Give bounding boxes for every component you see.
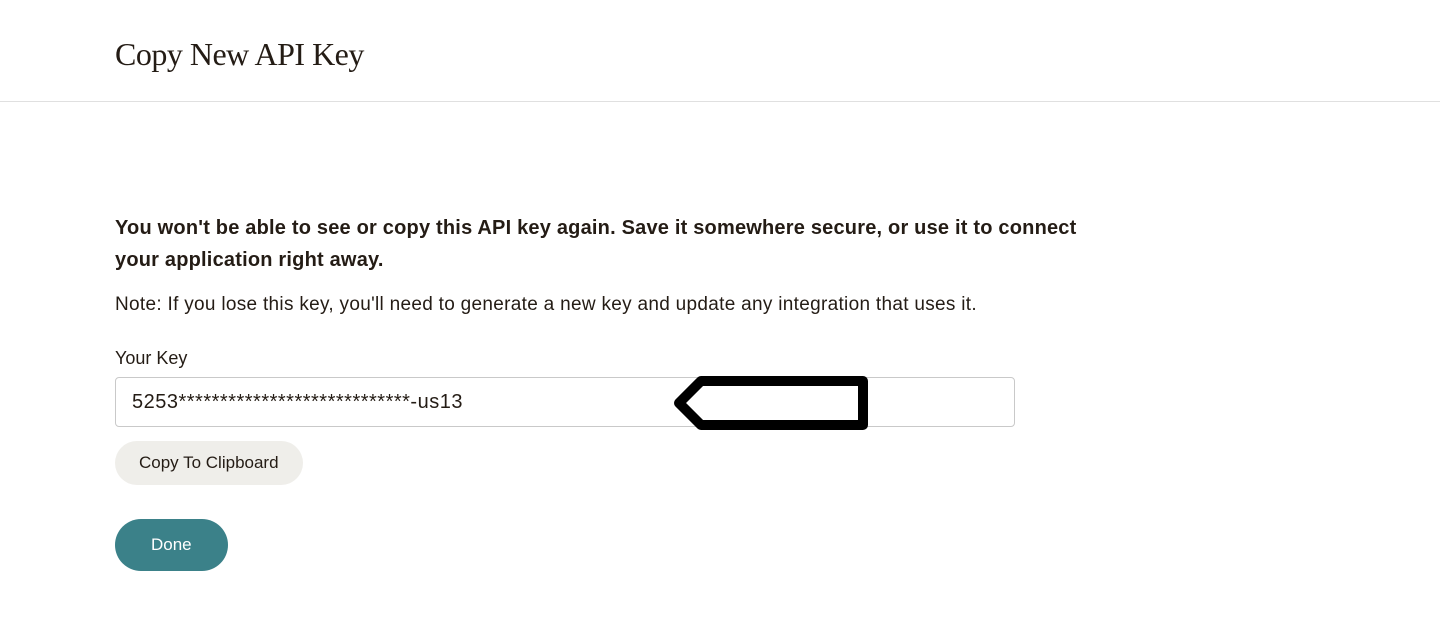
main-content: You won't be able to see or copy this AP…	[0, 102, 1200, 571]
page-title: Copy New API Key	[115, 36, 1440, 73]
api-key-input[interactable]	[115, 377, 1015, 427]
warning-message: You won't be able to see or copy this AP…	[115, 212, 1085, 276]
copy-to-clipboard-button[interactable]: Copy To Clipboard	[115, 441, 303, 485]
note-message: Note: If you lose this key, you'll need …	[115, 294, 1085, 316]
api-key-label: Your Key	[115, 348, 1085, 369]
api-key-field-wrapper	[115, 377, 1085, 427]
page-header: Copy New API Key	[0, 0, 1440, 102]
done-button[interactable]: Done	[115, 519, 228, 571]
